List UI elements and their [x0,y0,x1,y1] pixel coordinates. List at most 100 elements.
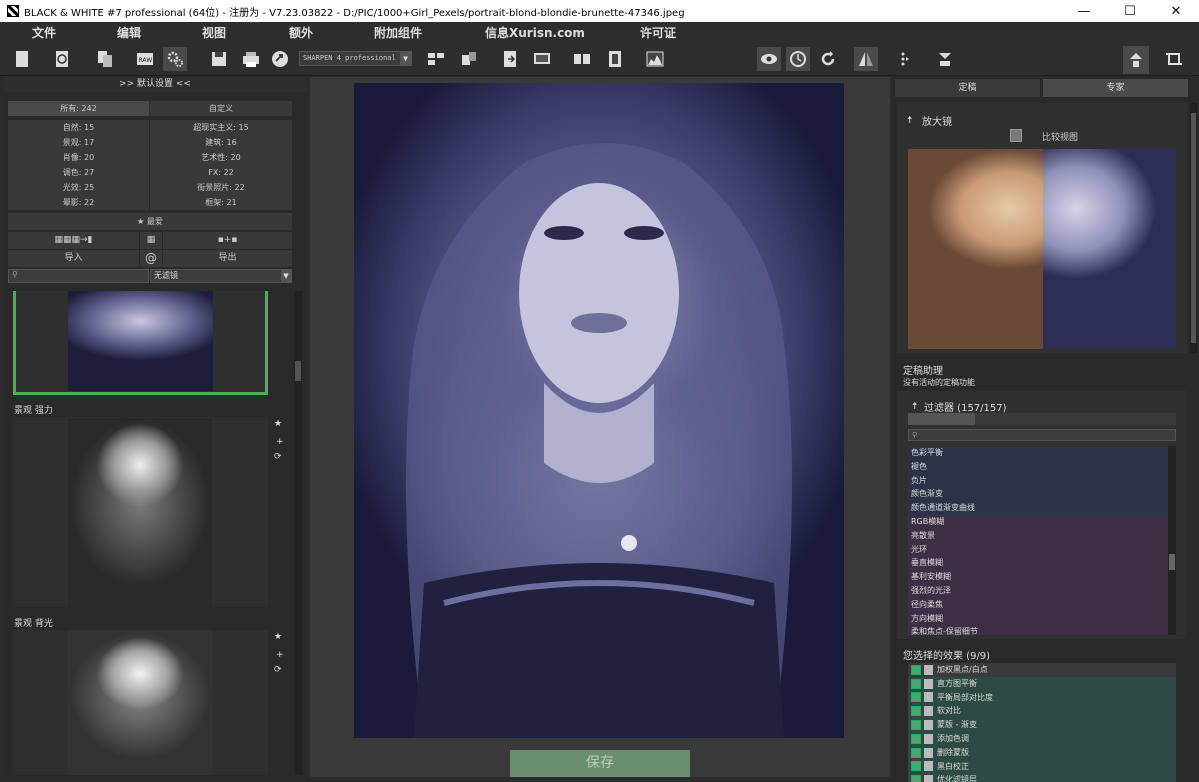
effect-checkbox[interactable] [911,692,921,703]
histogram-icon[interactable] [643,47,667,71]
effect-list-item[interactable]: 直方图平衡 [908,676,1176,691]
menu-addons[interactable]: 附加组件 [374,24,422,41]
plus-icon[interactable]: + [276,437,284,447]
filter-list-item[interactable]: RGB模糊 [908,514,1176,529]
filter-list-item[interactable]: 垂直模糊 [908,556,1176,571]
dots-icon[interactable] [893,47,917,71]
filter-list-item[interactable]: 颜色渐变 [908,487,1176,502]
filter-search-input[interactable]: ⚲ [908,429,1176,441]
category-portrait[interactable]: 肖像: 20 [8,150,149,165]
filter-list-item[interactable]: 强烈的光泽 [908,583,1176,598]
effect-list-item[interactable]: 加权黑点/白点 [908,663,1176,677]
effect-checkbox[interactable] [911,706,921,717]
preset-card[interactable]: ★ + ⟳ [13,630,284,775]
compare-icon[interactable] [457,47,481,71]
preset-scrollbar[interactable] [294,291,302,775]
redo-icon[interactable] [816,47,840,71]
monitor-icon[interactable] [530,47,554,71]
filter-list-item[interactable]: 径向柔焦 [908,597,1176,612]
effect-list-item[interactable]: 蒙版 - 渐变 [908,718,1176,732]
view-detail-icon[interactable] [1109,413,1176,425]
export-grid-icon[interactable]: ▪+▪ [163,232,292,249]
menu-view[interactable]: 视图 [202,24,226,41]
category-all[interactable]: 所有: 242 [8,101,149,116]
preset-card[interactable]: ★ + ⟳ [13,417,284,607]
category-custom[interactable]: 自定义 [150,101,292,116]
filter-list-item[interactable]: 色彩平衡 [908,446,1176,460]
raw-icon[interactable]: RAW [133,47,157,71]
scrollbar-thumb[interactable] [1169,554,1175,570]
loupe-preview[interactable] [908,149,1176,349]
category-fx[interactable]: FX: 22 [150,165,292,180]
category-vignette[interactable]: 晕影: 22 [8,195,149,210]
category-architecture[interactable]: 建筑: 16 [150,135,292,150]
effect-list-item[interactable]: 优化滤镜层 [908,773,1176,782]
effect-list-item[interactable]: 添加色调 [908,731,1176,746]
tab-expert[interactable]: 专家 [1043,79,1188,97]
filter-list-item[interactable]: 基利安模糊 [908,570,1176,584]
effect-checkbox[interactable] [911,761,921,772]
print-icon[interactable] [239,47,263,71]
import-grid-icon[interactable]: ▦▦▦→▮ [8,232,139,249]
scrollbar-thumb[interactable] [295,361,301,381]
category-nature[interactable]: 自然: 15 [8,120,149,135]
effect-checkbox[interactable] [911,678,921,689]
category-artistic[interactable]: 艺术性: 20 [150,150,292,165]
loupe-arrow-icon[interactable]: 🠅 [907,113,912,130]
filter-list-item[interactable]: 褪色 [908,459,1176,474]
filter-list-item[interactable]: 柔和焦点-保留细节 [908,625,1176,635]
menu-license[interactable]: 许可证 [640,24,676,41]
export-icon[interactable] [498,47,522,71]
effect-checkbox[interactable] [911,664,921,675]
effect-checkbox[interactable] [911,733,921,744]
category-light[interactable]: 光效: 25 [8,180,149,195]
compare-toggle[interactable] [1010,129,1022,142]
minimize-button[interactable]: — [1061,0,1107,22]
filter-list-item[interactable]: 光环 [908,542,1176,557]
effect-list-item[interactable]: 删除蒙版 [908,745,1176,760]
frame-icon[interactable] [603,47,627,71]
maximize-button[interactable]: ☐ [1107,0,1153,22]
upload-large-icon[interactable] [1123,46,1149,74]
refresh-icon[interactable]: ⟳ [274,452,282,462]
history-icon[interactable] [50,47,74,71]
star-icon[interactable]: ★ [274,419,282,429]
upload-icon[interactable] [933,47,957,71]
category-landscape[interactable]: 景观: 17 [8,135,149,150]
split-view-icon[interactable] [570,47,594,71]
menu-file[interactable]: 文件 [32,24,56,41]
filter-select[interactable]: 无滤镜 ▼ [150,269,292,283]
effect-list-item[interactable]: 黑白校正 [908,759,1176,774]
preview-eye-icon[interactable] [757,47,781,71]
menu-info[interactable]: 信息Xurisn.com [485,24,585,41]
favorites-button[interactable]: ★ 最爱 [8,213,292,230]
right-scrollbar[interactable] [1190,103,1197,353]
scrollbar-thumb[interactable] [1191,113,1196,343]
crop-rotate-icon[interactable] [1162,47,1186,71]
at-button[interactable]: @ [140,250,162,267]
import-button[interactable]: 导入 [8,250,139,267]
tab-finish[interactable]: 定稿 [895,79,1040,97]
preset-card-selected[interactable] [13,291,268,395]
menu-extra[interactable]: 额外 [289,24,313,41]
presets-header[interactable]: >> 默认设置 << [4,77,306,92]
settings-gears-icon[interactable] [163,47,187,71]
save-button[interactable]: 保存 [510,750,690,777]
view-compact-icon[interactable] [975,413,1042,425]
filter-list-item[interactable]: 颜色通道渐变曲线 [908,501,1176,515]
preset-search-input[interactable]: ⚲ [8,269,149,283]
effect-checkbox[interactable] [911,720,921,731]
filter-scrollbar[interactable] [1168,446,1176,635]
menu-edit[interactable]: 编辑 [117,24,141,41]
layout-icon[interactable] [424,47,448,71]
copy-icon[interactable] [93,47,117,71]
mirror-icon[interactable] [854,47,878,71]
category-frame[interactable]: 框架: 21 [150,195,292,210]
view-list-icon[interactable] [908,413,975,425]
main-preview-image[interactable] [354,83,844,738]
new-file-icon[interactable] [10,47,34,71]
category-toning[interactable]: 调色: 27 [8,165,149,180]
filter-list-item[interactable]: 方向模糊 [908,611,1176,626]
filter-list-item[interactable]: 负片 [908,473,1176,488]
filter-list-item[interactable]: 亮散景 [908,528,1176,543]
